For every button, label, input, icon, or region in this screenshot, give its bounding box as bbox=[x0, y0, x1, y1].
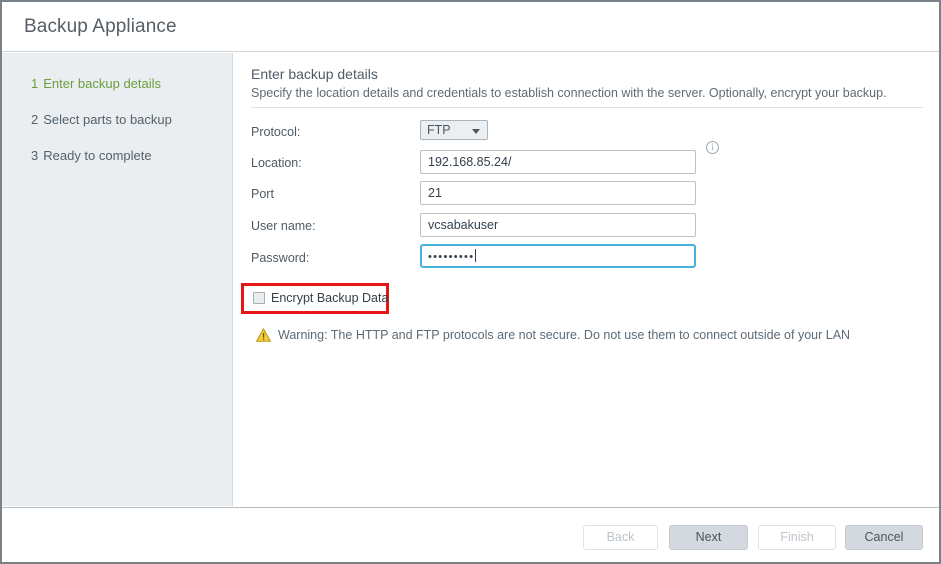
encrypt-backup-data-label: Encrypt Backup Data bbox=[271, 291, 389, 305]
section-description: Specify the location details and credent… bbox=[251, 86, 887, 100]
wizard-steps-sidebar: 1 Enter backup details 2 Select parts to b… bbox=[2, 53, 233, 506]
password-label: Password: bbox=[251, 251, 310, 265]
next-button[interactable]: Next bbox=[669, 525, 748, 550]
protocol-selected-value: FTP bbox=[427, 123, 451, 137]
warning-row: Warning: The HTTP and FTP protocols are … bbox=[256, 328, 850, 342]
step-number-3: 3 bbox=[31, 148, 39, 163]
text-caret bbox=[475, 249, 477, 262]
main-content-panel: Enter backup details Specify the locatio… bbox=[234, 53, 939, 506]
sidebar-item-select-parts-to-backup[interactable]: 2 Select parts to backup bbox=[31, 112, 172, 127]
port-input[interactable] bbox=[420, 181, 696, 205]
finish-button[interactable]: Finish bbox=[758, 525, 836, 550]
warning-triangle-icon bbox=[256, 328, 271, 342]
username-input[interactable] bbox=[420, 213, 696, 237]
protocol-label: Protocol: bbox=[251, 125, 301, 139]
info-icon[interactable]: i bbox=[706, 141, 719, 154]
step-label-3: Ready to complete bbox=[43, 148, 152, 163]
window-header: Backup Appliance bbox=[2, 2, 939, 52]
back-button[interactable]: Back bbox=[583, 525, 658, 550]
sidebar-item-enter-backup-details[interactable]: 1 Enter backup details bbox=[31, 76, 161, 91]
cancel-button[interactable]: Cancel bbox=[845, 525, 923, 550]
page-title: Backup Appliance bbox=[24, 16, 177, 37]
chevron-down-icon bbox=[472, 129, 480, 134]
protocol-select[interactable]: FTP bbox=[420, 120, 488, 140]
step-label-1: Enter backup details bbox=[43, 76, 162, 91]
encrypt-backup-data-checkbox[interactable] bbox=[253, 292, 265, 304]
encrypt-backup-data-row[interactable]: Encrypt Backup Data bbox=[253, 291, 388, 305]
step-number-2: 2 bbox=[31, 112, 39, 127]
location-label: Location: bbox=[251, 156, 302, 170]
port-label: Port bbox=[251, 187, 274, 201]
warning-text: Warning: The HTTP and FTP protocols are … bbox=[278, 328, 851, 342]
sidebar-item-ready-to-complete[interactable]: 3 Ready to complete bbox=[31, 148, 152, 163]
location-input[interactable] bbox=[420, 150, 696, 174]
step-number-1: 1 bbox=[31, 76, 39, 91]
password-input[interactable]: ••••••••• bbox=[420, 244, 696, 268]
wizard-footer: Back Next Finish Cancel bbox=[2, 507, 939, 562]
username-label: User name: bbox=[251, 219, 316, 233]
step-label-2: Select parts to backup bbox=[43, 112, 172, 127]
backup-appliance-wizard-window: Backup Appliance 1 Enter backup details 2… bbox=[0, 0, 941, 564]
password-masked-value: ••••••••• bbox=[428, 251, 475, 263]
section-divider bbox=[251, 107, 923, 108]
section-title: Enter backup details bbox=[251, 66, 378, 82]
